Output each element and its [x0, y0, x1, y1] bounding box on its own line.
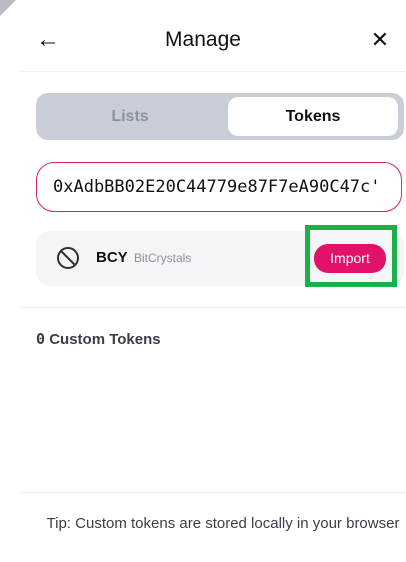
- token-name: BitCrystals: [134, 251, 192, 265]
- import-button[interactable]: Import: [314, 244, 386, 273]
- top-edge: [0, 0, 406, 10]
- custom-tokens-count: 0 Custom Tokens: [36, 330, 161, 348]
- token-symbol: BCY: [96, 249, 128, 266]
- tab-switcher: Lists Tokens: [36, 93, 404, 140]
- tip-text: Tip: Custom tokens are stored locally in…: [46, 515, 400, 532]
- footer-divider: [20, 492, 406, 493]
- custom-tokens-label: Custom Tokens: [49, 331, 161, 348]
- token-address-field[interactable]: [37, 163, 401, 211]
- tab-lists[interactable]: Lists: [40, 97, 220, 136]
- header-divider: [20, 71, 406, 72]
- tab-tokens[interactable]: Tokens: [228, 97, 398, 136]
- token-result-row: BCY BitCrystals Import: [36, 225, 404, 287]
- page-title: Manage: [165, 28, 241, 51]
- close-icon[interactable]: ✕: [368, 26, 392, 54]
- custom-tokens-number: 0: [36, 330, 46, 348]
- unknown-token-icon: [57, 247, 79, 269]
- token-address-input[interactable]: [36, 162, 402, 212]
- manage-panel: ← Manage ✕ Lists Tokens BCY BitCrystals …: [0, 0, 406, 562]
- section-divider: [20, 307, 406, 308]
- header: ← Manage ✕: [0, 20, 406, 64]
